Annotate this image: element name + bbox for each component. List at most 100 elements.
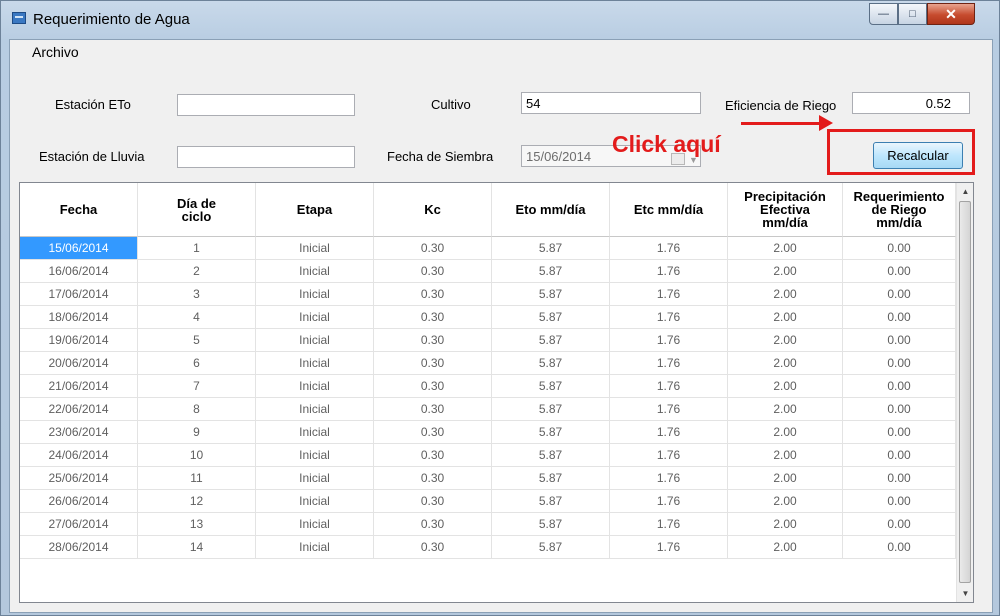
table-cell[interactable]: 26/06/2014 — [20, 490, 138, 513]
table-cell[interactable]: 18/06/2014 — [20, 306, 138, 329]
table-cell[interactable]: 2.00 — [728, 536, 843, 559]
table-cell[interactable]: 12 — [138, 490, 256, 513]
table-cell[interactable]: 5.87 — [492, 352, 610, 375]
table-cell[interactable]: 2 — [138, 260, 256, 283]
table-cell[interactable]: 1.76 — [610, 329, 728, 352]
table-cell[interactable]: Inicial — [256, 237, 374, 260]
table-cell[interactable]: 0.00 — [843, 260, 956, 283]
table-cell[interactable]: 15/06/2014 — [20, 237, 138, 260]
minimize-button[interactable]: — — [869, 3, 898, 25]
table-cell[interactable]: Inicial — [256, 329, 374, 352]
table-cell[interactable]: 1.76 — [610, 306, 728, 329]
table-cell[interactable]: 5.87 — [492, 421, 610, 444]
table-cell[interactable]: 6 — [138, 352, 256, 375]
table-cell[interactable]: Inicial — [256, 260, 374, 283]
table-cell[interactable]: 2.00 — [728, 421, 843, 444]
efficiency-input[interactable]: 0.52 — [852, 92, 970, 114]
table-cell[interactable]: 0.00 — [843, 329, 956, 352]
close-button[interactable]: ✕ — [927, 3, 975, 25]
table-cell[interactable]: 0.00 — [843, 352, 956, 375]
table-row[interactable]: 17/06/2014 3 Inicial 0.30 5.87 1.76 2.00 0.00 — [20, 283, 956, 306]
table-cell[interactable]: 0.00 — [843, 375, 956, 398]
title-bar[interactable]: Requerimiento de Agua — □ ✕ — [1, 1, 999, 39]
crop-input[interactable]: 54 — [521, 92, 701, 114]
table-cell[interactable]: 25/06/2014 — [20, 467, 138, 490]
table-cell[interactable]: 2.00 — [728, 444, 843, 467]
table-cell[interactable]: Inicial — [256, 444, 374, 467]
table-cell[interactable]: 5.87 — [492, 467, 610, 490]
table-cell[interactable]: 0.30 — [374, 260, 492, 283]
table-cell[interactable]: 5.87 — [492, 329, 610, 352]
table-cell[interactable]: 5.87 — [492, 237, 610, 260]
table-cell[interactable]: 28/06/2014 — [20, 536, 138, 559]
table-row[interactable]: 25/06/2014 11 Inicial 0.30 5.87 1.76 2.00 0.00 — [20, 467, 956, 490]
table-cell[interactable]: 1.76 — [610, 490, 728, 513]
table-cell[interactable]: 1.76 — [610, 283, 728, 306]
rain-station-input[interactable] — [177, 146, 355, 168]
table-cell[interactable]: Inicial — [256, 306, 374, 329]
table-cell[interactable]: 1 — [138, 237, 256, 260]
table-cell[interactable]: 1.76 — [610, 237, 728, 260]
table-cell[interactable]: 0.00 — [843, 467, 956, 490]
table-cell[interactable]: 0.30 — [374, 283, 492, 306]
column-header[interactable]: Etapa — [256, 183, 374, 237]
table-cell[interactable]: 0.30 — [374, 467, 492, 490]
table-cell[interactable]: 5 — [138, 329, 256, 352]
table-row[interactable]: 26/06/2014 12 Inicial 0.30 5.87 1.76 2.00 0.00 — [20, 490, 956, 513]
table-cell[interactable]: 5.87 — [492, 444, 610, 467]
table-cell[interactable]: Inicial — [256, 375, 374, 398]
table-row[interactable]: 24/06/2014 10 Inicial 0.30 5.87 1.76 2.00 0.00 — [20, 444, 956, 467]
table-row[interactable]: 18/06/2014 4 Inicial 0.30 5.87 1.76 2.00 0.00 — [20, 306, 956, 329]
table-cell[interactable]: 10 — [138, 444, 256, 467]
table-cell[interactable]: 7 — [138, 375, 256, 398]
table-cell[interactable]: 5.87 — [492, 398, 610, 421]
table-cell[interactable]: 1.76 — [610, 375, 728, 398]
table-cell[interactable]: 9 — [138, 421, 256, 444]
menu-archivo[interactable]: Archivo — [32, 44, 79, 60]
table-cell[interactable]: 0.00 — [843, 444, 956, 467]
table-cell[interactable]: 0.30 — [374, 329, 492, 352]
table-cell[interactable]: 0.30 — [374, 490, 492, 513]
table-cell[interactable]: 3 — [138, 283, 256, 306]
table-cell[interactable]: 1.76 — [610, 398, 728, 421]
column-header[interactable]: Eto mm/día — [492, 183, 610, 237]
column-header[interactable]: Etc mm/día — [610, 183, 728, 237]
results-grid[interactable]: Fecha Día de ciclo Etapa Kc Eto mm/día Etc mm… — [19, 182, 974, 603]
scroll-up-arrow-icon[interactable]: ▲ — [957, 183, 973, 200]
table-cell[interactable]: 2.00 — [728, 467, 843, 490]
table-cell[interactable]: 17/06/2014 — [20, 283, 138, 306]
table-cell[interactable]: 0.00 — [843, 398, 956, 421]
table-cell[interactable]: 8 — [138, 398, 256, 421]
table-cell[interactable]: 2.00 — [728, 375, 843, 398]
table-cell[interactable]: 11 — [138, 467, 256, 490]
table-row[interactable]: 20/06/2014 6 Inicial 0.30 5.87 1.76 2.00 0.00 — [20, 352, 956, 375]
column-header[interactable]: Día de ciclo — [138, 183, 256, 237]
table-cell[interactable]: 5.87 — [492, 513, 610, 536]
table-cell[interactable]: Inicial — [256, 283, 374, 306]
column-header[interactable]: Kc — [374, 183, 492, 237]
table-cell[interactable]: Inicial — [256, 398, 374, 421]
maximize-button[interactable]: □ — [898, 3, 927, 25]
table-cell[interactable]: 0.00 — [843, 490, 956, 513]
column-header[interactable]: Fecha — [20, 183, 138, 237]
table-cell[interactable]: 2.00 — [728, 237, 843, 260]
table-cell[interactable]: 5.87 — [492, 283, 610, 306]
table-cell[interactable]: 0.00 — [843, 306, 956, 329]
table-cell[interactable]: Inicial — [256, 490, 374, 513]
table-cell[interactable]: 5.87 — [492, 375, 610, 398]
table-cell[interactable]: 0.30 — [374, 513, 492, 536]
table-cell[interactable]: 2.00 — [728, 329, 843, 352]
table-cell[interactable]: 21/06/2014 — [20, 375, 138, 398]
table-cell[interactable]: Inicial — [256, 536, 374, 559]
table-cell[interactable]: 20/06/2014 — [20, 352, 138, 375]
table-cell[interactable]: 1.76 — [610, 513, 728, 536]
scroll-thumb[interactable] — [959, 201, 971, 583]
table-cell[interactable]: Inicial — [256, 467, 374, 490]
table-cell[interactable]: 5.87 — [492, 306, 610, 329]
table-cell[interactable]: 4 — [138, 306, 256, 329]
table-cell[interactable]: 0.00 — [843, 421, 956, 444]
table-cell[interactable]: 2.00 — [728, 398, 843, 421]
table-cell[interactable]: 2.00 — [728, 306, 843, 329]
table-cell[interactable]: Inicial — [256, 421, 374, 444]
table-cell[interactable]: 0.00 — [843, 513, 956, 536]
